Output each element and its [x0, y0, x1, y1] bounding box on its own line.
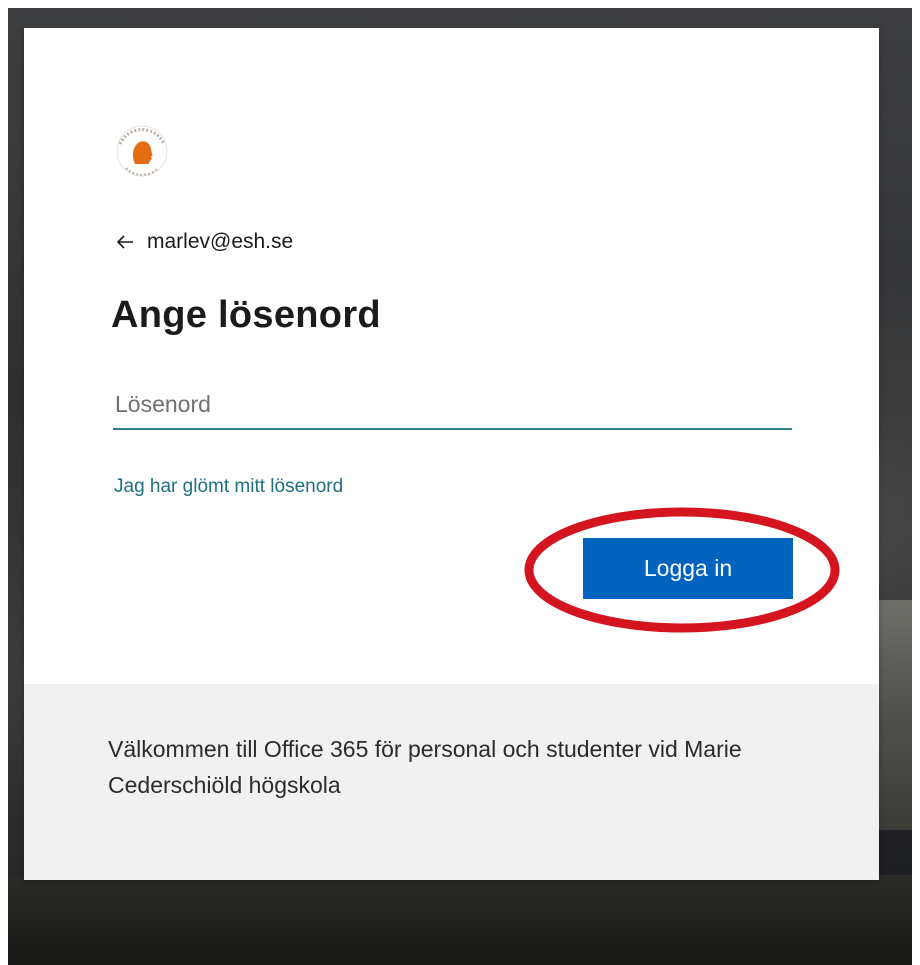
- welcome-footer: Välkommen till Office 365 för personal o…: [24, 684, 879, 880]
- back-arrow-icon: [116, 235, 133, 249]
- background-ground: [0, 875, 920, 965]
- signin-card: marlev@esh.se Ange lösenord Jag har glöm…: [24, 28, 879, 880]
- signin-main: marlev@esh.se Ange lösenord Jag har glöm…: [24, 28, 879, 684]
- forgot-password-link[interactable]: Jag har glömt mitt lösenord: [114, 476, 343, 498]
- back-to-email-button[interactable]: marlev@esh.se: [115, 226, 293, 258]
- identity-email: marlev@esh.se: [147, 230, 294, 253]
- page-title: Ange lösenord: [111, 294, 381, 336]
- welcome-text: Välkommen till Office 365 för personal o…: [108, 736, 742, 798]
- school-logo-icon: [116, 125, 168, 177]
- signin-button[interactable]: Logga in: [583, 538, 793, 599]
- password-input[interactable]: [113, 380, 792, 430]
